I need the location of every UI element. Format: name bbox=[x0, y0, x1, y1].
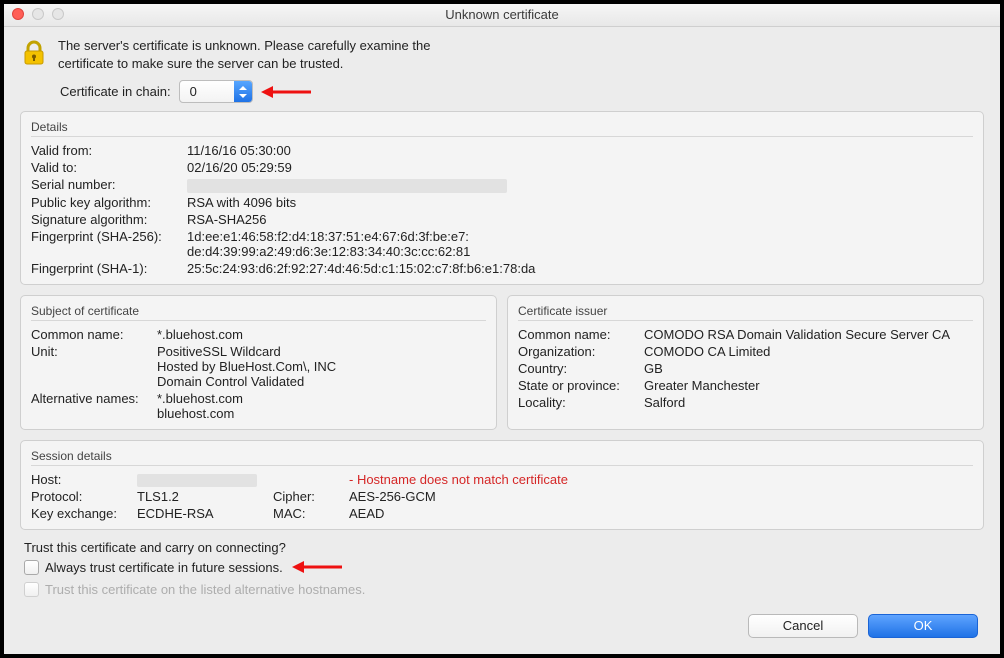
kex-label: Key exchange: bbox=[31, 506, 131, 521]
close-window-button[interactable] bbox=[12, 8, 24, 20]
issuer-org-value: COMODO CA Limited bbox=[644, 344, 973, 359]
issuer-heading: Certificate issuer bbox=[518, 304, 973, 321]
select-stepper-icon bbox=[234, 81, 252, 102]
minimize-window-button[interactable] bbox=[32, 8, 44, 20]
issuer-country-value: GB bbox=[644, 361, 973, 376]
intro-row: The server's certificate is unknown. Ple… bbox=[20, 37, 984, 72]
pk-algo-label: Public key algorithm: bbox=[31, 195, 181, 210]
fp1-value: 25:5c:24:93:d6:2f:92:27:4d:46:5d:c1:15:0… bbox=[187, 261, 973, 276]
session-panel: Session details Host: - Hostname does no… bbox=[20, 440, 984, 530]
valid-from-value: 11/16/16 05:30:00 bbox=[187, 143, 973, 158]
issuer-country-label: Country: bbox=[518, 361, 638, 376]
window-controls bbox=[12, 8, 64, 20]
trust-alt-hosts-checkbox: Trust this certificate on the listed alt… bbox=[24, 582, 365, 597]
mac-label: MAC: bbox=[273, 506, 343, 521]
annotation-arrow-icon bbox=[261, 84, 311, 100]
fp256-label: Fingerprint (SHA-256): bbox=[31, 229, 181, 244]
subject-panel: Subject of certificate Common name: *.bl… bbox=[20, 295, 497, 430]
fp256-value: 1d:ee:e1:46:58:f2:d4:18:37:51:e4:67:6d:3… bbox=[187, 229, 973, 259]
session-heading: Session details bbox=[31, 449, 973, 466]
host-value bbox=[137, 472, 267, 487]
pk-algo-value: RSA with 4096 bits bbox=[187, 195, 973, 210]
redacted-block bbox=[137, 474, 257, 487]
trust-prompt: Trust this certificate and carry on conn… bbox=[24, 540, 984, 555]
subject-cn-value: *.bluehost.com bbox=[157, 327, 486, 342]
valid-to-value: 02/16/20 05:29:59 bbox=[187, 160, 973, 175]
window-titlebar: Unknown certificate bbox=[4, 4, 1000, 27]
host-error: - Hostname does not match certificate bbox=[349, 472, 973, 487]
issuer-org-label: Organization: bbox=[518, 344, 638, 359]
kex-value: ECDHE-RSA bbox=[137, 506, 267, 521]
maximize-window-button[interactable] bbox=[52, 8, 64, 20]
always-trust-checkbox[interactable]: Always trust certificate in future sessi… bbox=[24, 560, 283, 575]
ok-button[interactable]: OK bbox=[868, 614, 978, 638]
lock-icon bbox=[20, 37, 48, 70]
serial-number-value bbox=[187, 177, 973, 193]
window-title: Unknown certificate bbox=[445, 7, 558, 22]
trust-alt-hosts-label: Trust this certificate on the listed alt… bbox=[45, 582, 365, 597]
protocol-label: Protocol: bbox=[31, 489, 131, 504]
cancel-button[interactable]: Cancel bbox=[748, 614, 858, 638]
subject-heading: Subject of certificate bbox=[31, 304, 486, 321]
intro-line1: The server's certificate is unknown. Ple… bbox=[58, 37, 430, 55]
protocol-value: TLS1.2 bbox=[137, 489, 267, 504]
subject-alt-value: *.bluehost.com bluehost.com bbox=[157, 391, 486, 421]
checkbox-icon bbox=[24, 582, 39, 597]
valid-from-label: Valid from: bbox=[31, 143, 181, 158]
details-heading: Details bbox=[31, 120, 973, 137]
serial-number-label: Serial number: bbox=[31, 177, 181, 192]
subject-unit-label: Unit: bbox=[31, 344, 151, 359]
issuer-state-value: Greater Manchester bbox=[644, 378, 973, 393]
issuer-state-label: State or province: bbox=[518, 378, 638, 393]
fp1-label: Fingerprint (SHA-1): bbox=[31, 261, 181, 276]
issuer-cn-label: Common name: bbox=[518, 327, 638, 342]
certificate-chain-select[interactable]: 0 bbox=[179, 80, 253, 103]
sig-algo-value: RSA-SHA256 bbox=[187, 212, 973, 227]
subject-unit-value: PositiveSSL Wildcard Hosted by BlueHost.… bbox=[157, 344, 486, 389]
cipher-label: Cipher: bbox=[273, 489, 343, 504]
issuer-locality-value: Salford bbox=[644, 395, 973, 410]
certificate-chain-value: 0 bbox=[180, 84, 234, 99]
subject-cn-label: Common name: bbox=[31, 327, 151, 342]
valid-to-label: Valid to: bbox=[31, 160, 181, 175]
intro-line2: certificate to make sure the server can … bbox=[58, 55, 430, 73]
issuer-locality-label: Locality: bbox=[518, 395, 638, 410]
sig-algo-label: Signature algorithm: bbox=[31, 212, 181, 227]
host-label: Host: bbox=[31, 472, 131, 487]
issuer-panel: Certificate issuer Common name: COMODO R… bbox=[507, 295, 984, 430]
cipher-value: AES-256-GCM bbox=[349, 489, 973, 504]
details-panel: Details Valid from: 11/16/16 05:30:00 Va… bbox=[20, 111, 984, 285]
redacted-block bbox=[187, 179, 507, 193]
checkbox-icon bbox=[24, 560, 39, 575]
mac-value: AEAD bbox=[349, 506, 973, 521]
chain-label: Certificate in chain: bbox=[60, 84, 171, 99]
subject-alt-label: Alternative names: bbox=[31, 391, 151, 406]
annotation-arrow-icon bbox=[292, 559, 342, 575]
always-trust-label: Always trust certificate in future sessi… bbox=[45, 560, 283, 575]
issuer-cn-value: COMODO RSA Domain Validation Secure Serv… bbox=[644, 327, 973, 342]
